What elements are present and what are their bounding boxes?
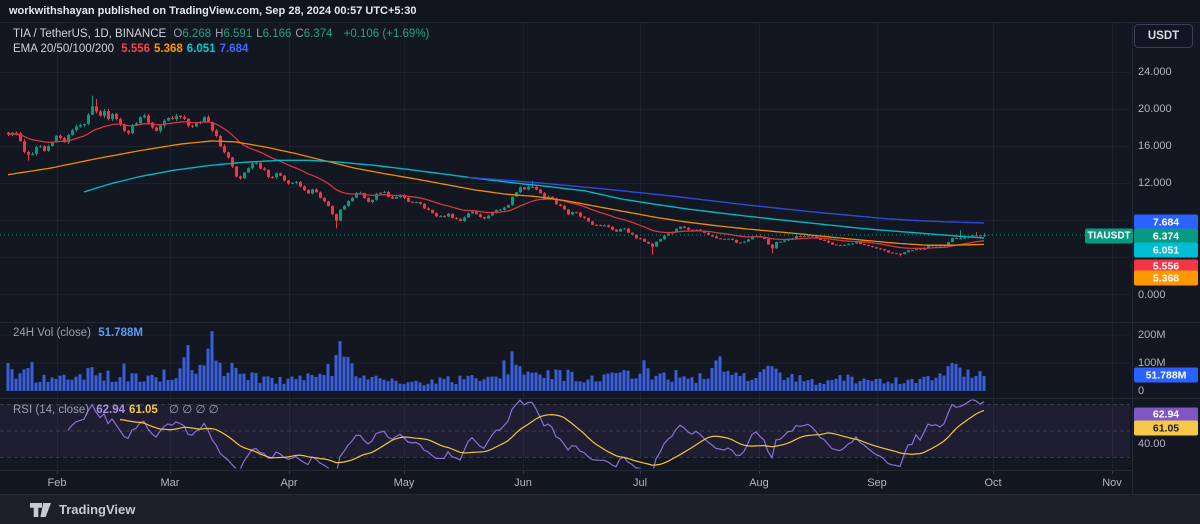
volume-legend: 24H Vol (close) 51.788M (13, 327, 147, 339)
symbol-title: TIA / TetherUS, 1D, BINANCE (13, 28, 166, 40)
chart-canvas[interactable] (0, 0, 1200, 524)
tradingview-logo-icon[interactable] (30, 503, 51, 517)
symbol-legend: TIA / TetherUS, 1D, BINANCE O6.268H6.591… (13, 28, 433, 40)
price-tag: 5.368 (1134, 271, 1198, 286)
ema200-line (468, 177, 984, 223)
rsi-values: 62.94 61.05 (96, 404, 162, 416)
rsi-legend: RSI (14, close) 62.94 61.05 ∅ ∅ ∅ ∅ (13, 402, 223, 416)
price-tag: 6.051 (1134, 243, 1198, 258)
volume-value: 51.788M (98, 327, 143, 339)
ohlc-value: 6.374 (304, 28, 333, 40)
ohlc-value: 6.268 (182, 28, 211, 40)
month-label-feb: Feb (48, 477, 67, 489)
ema-legend-label: EMA 20/50/100/200 (13, 43, 114, 55)
ema-value: 5.556 (121, 43, 150, 55)
ema100-line (84, 160, 984, 238)
ema20-line (8, 122, 984, 249)
volume-legend-label: 24H Vol (close) (13, 327, 91, 339)
price-tag: 51.788M (1134, 368, 1198, 383)
month-label-nov: Nov (1102, 477, 1122, 489)
volume-bars (7, 331, 986, 391)
ohlc-key: L (256, 28, 262, 40)
footer: TradingView (0, 494, 1200, 524)
month-label-oct: Oct (984, 477, 1001, 489)
ohlc-key: C (295, 28, 303, 40)
ema-values: 5.556 5.368 6.051 7.684 (121, 43, 252, 55)
time-axis[interactable]: Feb Mar Apr May Jun Jul Aug Sep Oct Nov (0, 470, 1132, 496)
ema-value: 6.051 (187, 43, 216, 55)
volume-axis-label: 200M (1138, 329, 1166, 341)
month-label-aug: Aug (749, 477, 769, 489)
rsi-value: 62.94 (96, 404, 125, 416)
price-axis-label: 16.000 (1138, 140, 1172, 152)
ema-legend: EMA 20/50/100/200 5.556 5.368 6.051 7.684 (13, 43, 256, 55)
price-tag: 61.05 (1134, 421, 1198, 436)
attribution-bar: workwithshayan published on TradingView.… (0, 0, 1200, 23)
month-label-jul: Jul (633, 477, 647, 489)
attribution-text: workwithshayan published on TradingView.… (9, 5, 416, 17)
volume-axis-label: 0 (1138, 385, 1144, 397)
candlestick-series (7, 96, 986, 257)
symbol-price-tag: TIAUSDT (1085, 229, 1133, 244)
ema-lines (0, 122, 1130, 249)
month-label-mar: Mar (161, 477, 180, 489)
ohlc-value: 6.166 (263, 28, 292, 40)
ema-value: 5.368 (154, 43, 183, 55)
price-tag: 6.374 (1134, 229, 1198, 244)
rsi-legend-label: RSI (14, close) (13, 404, 89, 416)
month-label-jun: Jun (514, 477, 532, 489)
month-label-may: May (394, 477, 415, 489)
rsi-value: 61.05 (129, 404, 158, 416)
price-axis-label: 12.000 (1138, 177, 1172, 189)
month-label-sep: Sep (867, 477, 887, 489)
tradingview-published-chart: workwithshayan published on TradingView.… (0, 0, 1200, 524)
price-axis-label: 20.000 (1138, 103, 1172, 115)
rsi-empty-slots: ∅ ∅ ∅ ∅ (169, 404, 219, 416)
ohlc-values: O6.268H6.591L6.166C6.374 (173, 28, 336, 40)
ema-value: 7.684 (220, 43, 249, 55)
price-axis-label: 0.000 (1138, 289, 1166, 301)
ohlc-value: 6.591 (223, 28, 252, 40)
ohlc-key: O (173, 28, 182, 40)
currency-toggle-button[interactable]: USDT (1134, 24, 1193, 48)
price-tag: 7.684 (1134, 215, 1198, 230)
footer-brand[interactable]: TradingView (59, 502, 135, 517)
month-label-apr: Apr (280, 477, 297, 489)
change-value: +0.106 (+1.69%) (344, 28, 430, 40)
rsi-axis-label: 40.00 (1138, 438, 1166, 450)
ema50-line (8, 141, 984, 245)
price-axis-label: 24.000 (1138, 66, 1172, 78)
